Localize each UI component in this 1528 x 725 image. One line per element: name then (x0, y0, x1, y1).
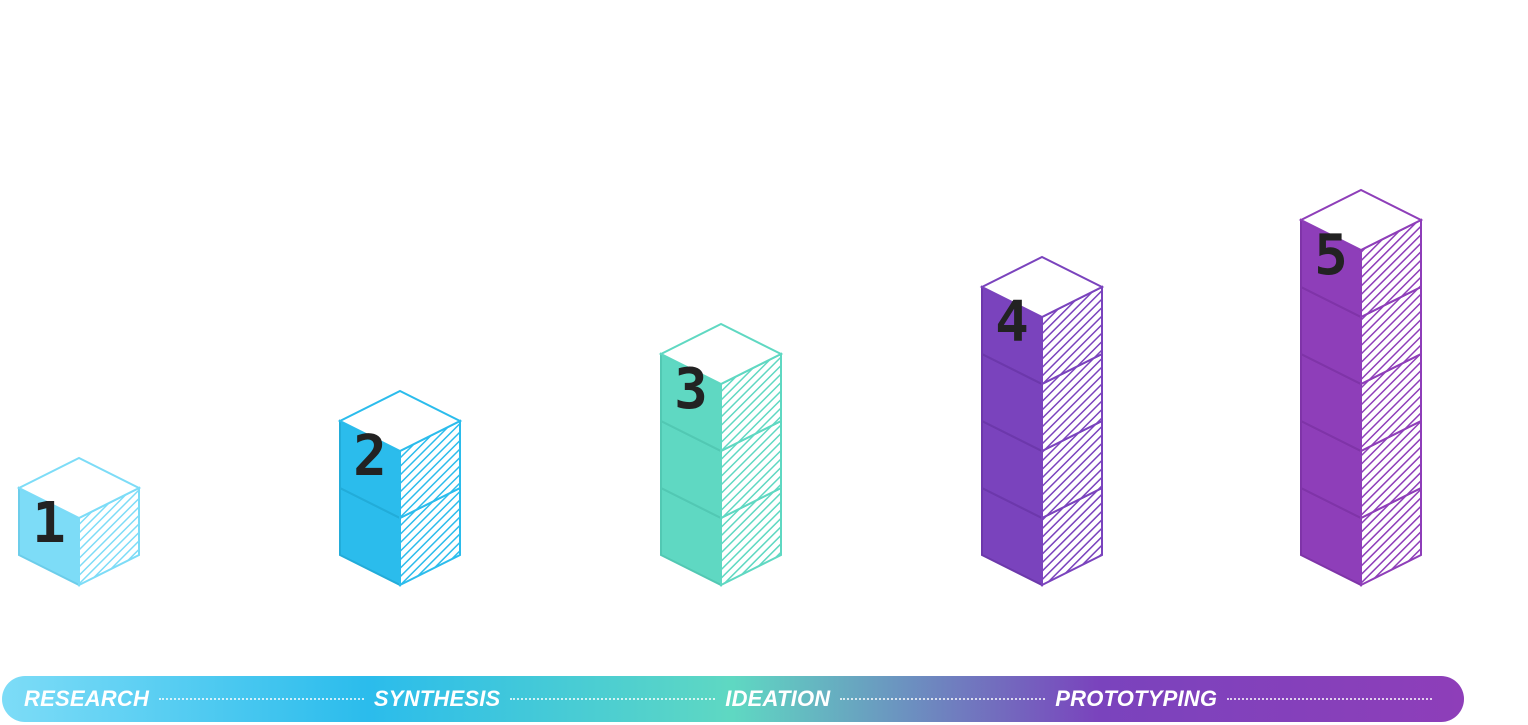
phase-prototyping: PROTOTYPING (1055, 686, 1218, 711)
cube-stack-3: 3 (658, 322, 784, 587)
phase-ideation: IDEATION (725, 686, 831, 711)
phase-research: RESEARCH (24, 686, 150, 711)
cube-stack-5: 5 (1298, 188, 1424, 587)
phase-bar: RESEARCH SYNTHESIS IDEATION PROTOTYPING (2, 676, 1464, 722)
phase-divider (159, 698, 364, 700)
step-number: 1 (32, 491, 66, 556)
step-number: 3 (674, 357, 708, 422)
cube-stack-4: 4 (979, 255, 1105, 587)
stacked-cubes-diagram: 1 2 3 4 5 (16, 188, 1424, 587)
phase-divider (510, 698, 716, 700)
phase-synthesis: SYNTHESIS (373, 686, 501, 711)
phase-divider (1227, 698, 1433, 700)
step-number: 4 (995, 290, 1029, 355)
phase-divider (840, 698, 1046, 700)
step-number: 5 (1314, 223, 1348, 288)
step-number: 2 (353, 424, 387, 489)
cube-stack-2: 2 (337, 389, 463, 587)
cube-stack-1: 1 (16, 456, 142, 587)
